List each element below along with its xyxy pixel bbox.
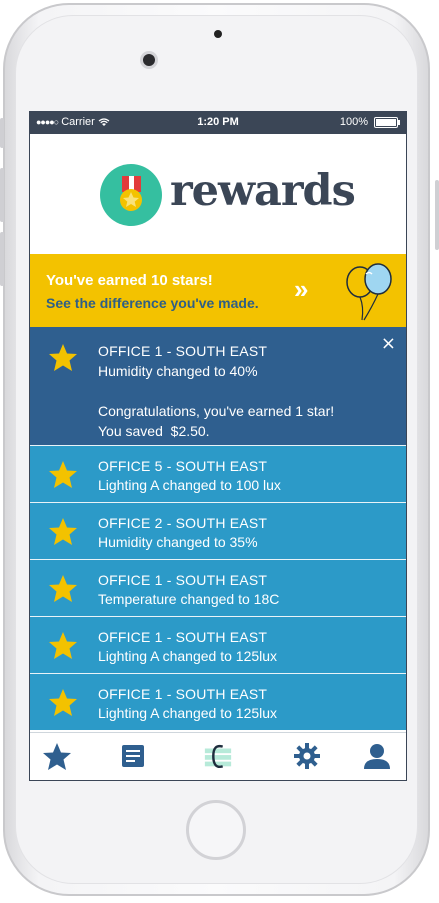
brand-wordmark: rewards bbox=[170, 166, 356, 216]
volume-up-button bbox=[0, 168, 4, 222]
notification-title: OFFICE 1 - SOUTH EAST bbox=[98, 343, 268, 359]
notification-title: OFFICE 2 - SOUTH EAST bbox=[98, 515, 268, 531]
reward-message: Congratulations, you've earned 1 star! bbox=[98, 403, 335, 419]
notification-row[interactable]: OFFICE 1 - SOUTH EAST Temperature change… bbox=[30, 559, 406, 616]
app-screen: ●●●●○ Carrier 1:20 PM 100% rewards You'v… bbox=[29, 111, 407, 781]
front-camera bbox=[143, 54, 155, 66]
balloons-icon bbox=[346, 263, 392, 321]
tab-notes[interactable] bbox=[118, 741, 148, 771]
notification-title: OFFICE 1 - SOUTH EAST bbox=[98, 629, 268, 645]
person-icon bbox=[364, 744, 390, 769]
star-icon bbox=[49, 575, 77, 602]
stars-banner[interactable]: You've earned 10 stars! See the differen… bbox=[30, 254, 406, 327]
notification-title: OFFICE 1 - SOUTH EAST bbox=[98, 686, 268, 702]
tab-profile[interactable] bbox=[362, 741, 392, 771]
banner-subtitle: See the difference you've made. bbox=[46, 295, 259, 311]
notification-expanded[interactable]: OFFICE 1 - SOUTH EAST Humidity changed t… bbox=[30, 327, 406, 445]
notification-detail: Lighting A changed to 125lux bbox=[98, 648, 278, 664]
star-icon bbox=[43, 742, 71, 770]
notification-row[interactable]: OFFICE 2 - SOUTH EAST Humidity changed t… bbox=[30, 502, 406, 559]
power-button bbox=[435, 180, 439, 250]
banner-title: You've earned 10 stars! bbox=[46, 272, 213, 289]
c-logo-icon bbox=[204, 744, 232, 768]
battery-percent: 100% bbox=[339, 116, 368, 128]
close-icon[interactable]: × bbox=[381, 333, 396, 354]
star-icon bbox=[49, 518, 77, 545]
mute-switch bbox=[0, 118, 4, 148]
home-button[interactable] bbox=[186, 800, 246, 860]
savings-message: You saved $2.50. bbox=[98, 423, 210, 439]
battery-icon bbox=[374, 116, 400, 128]
tab-settings[interactable] bbox=[292, 741, 322, 771]
notification-detail: Lighting A changed to 100 lux bbox=[98, 477, 281, 493]
tab-home[interactable] bbox=[203, 741, 233, 771]
notification-row[interactable]: OFFICE 1 - SOUTH EAST Lighting A changed… bbox=[30, 616, 406, 673]
star-icon bbox=[49, 632, 77, 659]
notification-row[interactable]: OFFICE 5 - SOUTH EAST Lighting A changed… bbox=[30, 445, 406, 502]
star-icon bbox=[49, 689, 77, 716]
tab-bar bbox=[30, 732, 406, 780]
star-icon bbox=[49, 461, 77, 488]
app-header: rewards bbox=[30, 134, 406, 254]
notification-title: OFFICE 5 - SOUTH EAST bbox=[98, 458, 268, 474]
notification-detail: Humidity changed to 35% bbox=[98, 534, 258, 550]
star-icon bbox=[49, 344, 77, 371]
double-chevron-icon[interactable]: » bbox=[294, 274, 308, 305]
notes-icon bbox=[122, 745, 144, 767]
gear-icon bbox=[294, 743, 320, 769]
volume-down-button bbox=[0, 232, 4, 286]
notification-title: OFFICE 1 - SOUTH EAST bbox=[98, 572, 268, 588]
status-bar: ●●●●○ Carrier 1:20 PM 100% bbox=[30, 112, 406, 134]
notification-detail: Temperature changed to 18C bbox=[98, 591, 280, 607]
notification-detail: Lighting A changed to 125lux bbox=[98, 705, 278, 721]
speaker bbox=[214, 30, 222, 38]
notification-detail: Humidity changed to 40% bbox=[98, 363, 258, 379]
medal-icon bbox=[100, 164, 162, 226]
tab-rewards[interactable] bbox=[42, 741, 72, 771]
notification-row[interactable]: OFFICE 1 - SOUTH EAST Lighting A changed… bbox=[30, 673, 406, 730]
